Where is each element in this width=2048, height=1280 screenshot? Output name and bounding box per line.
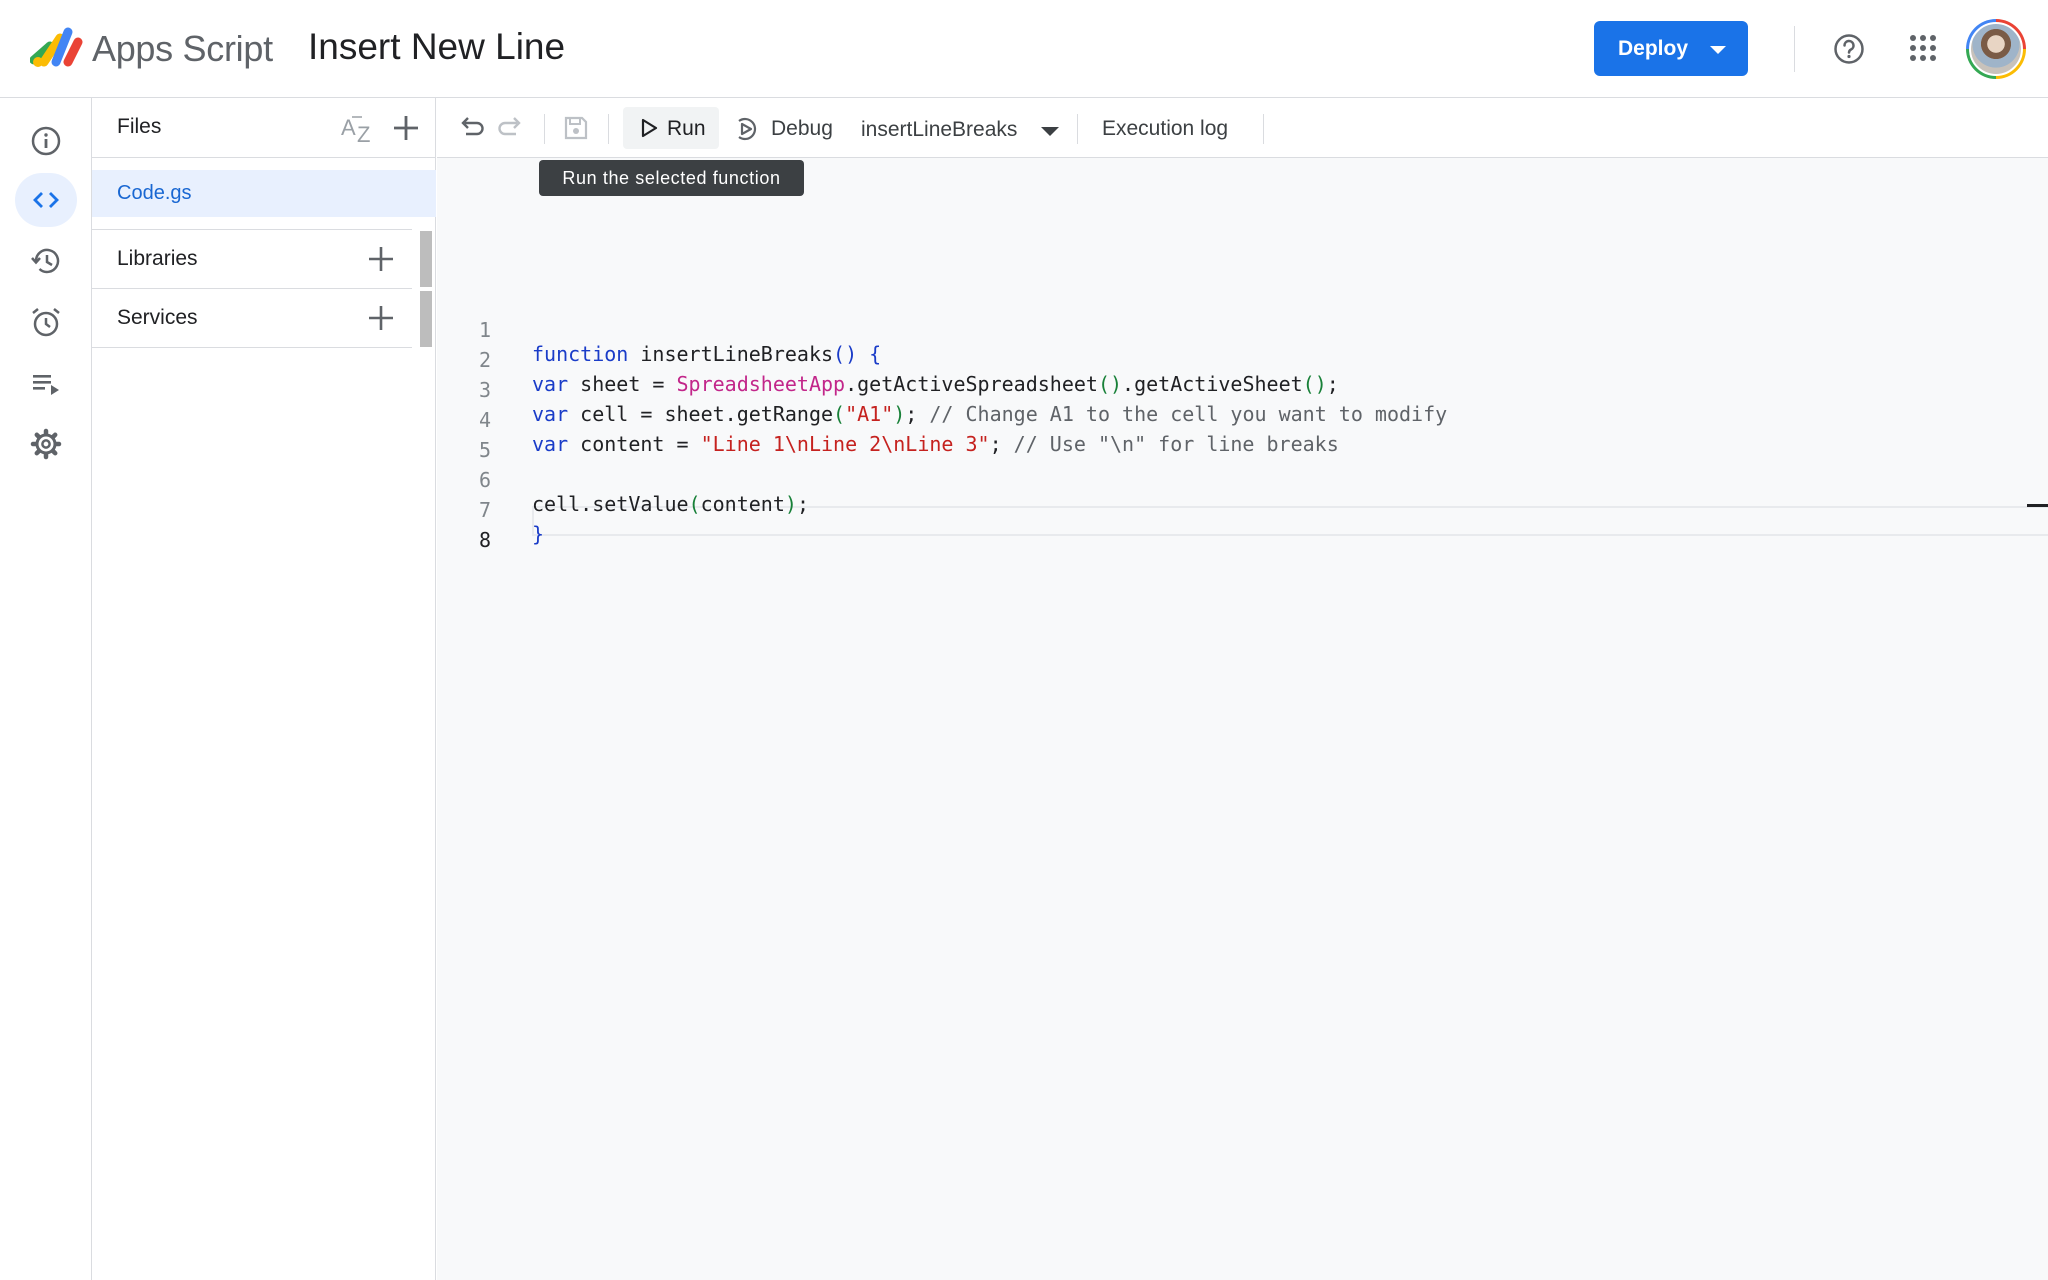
function-select[interactable]: insertLineBreaks bbox=[861, 107, 1061, 149]
save-icon[interactable] bbox=[561, 113, 591, 143]
rail-triggers[interactable] bbox=[15, 295, 77, 349]
files-title: Files bbox=[117, 115, 162, 138]
file-name: Code.gs bbox=[117, 182, 192, 204]
top-app-bar: Apps Script Insert New Line Deploy bbox=[0, 0, 2048, 98]
header-divider bbox=[1794, 26, 1795, 72]
rail-settings[interactable] bbox=[15, 417, 77, 471]
avatar-image bbox=[1969, 22, 2023, 76]
help-icon[interactable] bbox=[1833, 33, 1865, 65]
services-section: Services bbox=[92, 288, 412, 346]
code-line: 6 cell.setValue(content); bbox=[437, 444, 2027, 516]
deploy-label: Deploy bbox=[1618, 36, 1689, 60]
navigation-rail bbox=[0, 98, 92, 1280]
play-icon bbox=[641, 118, 658, 138]
code-line: 5 bbox=[437, 414, 2027, 462]
code-line: 1 function insertLineBreaks() { bbox=[437, 294, 2027, 366]
run-label: Run bbox=[667, 117, 706, 140]
rail-overview[interactable] bbox=[15, 114, 77, 168]
libraries-scrollbar[interactable] bbox=[420, 231, 432, 287]
sort-az-icon[interactable]: A Z bbox=[340, 111, 376, 145]
editor-toolbar: Run Debug insertLineBreaks Execution log bbox=[437, 98, 2048, 158]
code-area[interactable]: 1 function insertLineBreaks() { 2 var sh… bbox=[437, 196, 2048, 1280]
apps-script-logo[interactable] bbox=[30, 24, 84, 70]
google-apps-icon[interactable] bbox=[1909, 34, 1937, 62]
files-panel: Files A Z Code.gs Libraries Services bbox=[92, 98, 436, 1280]
undo-icon[interactable] bbox=[455, 113, 485, 143]
rail-executions[interactable] bbox=[15, 356, 77, 410]
rail-history[interactable] bbox=[15, 234, 77, 288]
caret-down-icon bbox=[1710, 46, 1726, 54]
debug-label: Debug bbox=[771, 117, 833, 140]
overview-ruler-cursor bbox=[2027, 504, 2048, 507]
svg-text:Z: Z bbox=[357, 122, 370, 145]
code-line: 8 bbox=[437, 504, 2027, 552]
add-service-icon[interactable] bbox=[366, 303, 396, 333]
info-icon bbox=[31, 126, 61, 156]
file-item-code-gs[interactable]: Code.gs bbox=[92, 170, 436, 217]
toolbar-divider bbox=[608, 114, 609, 144]
code-line: 2 var sheet = SpreadsheetApp.getActiveSp… bbox=[437, 324, 2027, 396]
redo-icon[interactable] bbox=[497, 113, 527, 143]
code-editor: Run Debug insertLineBreaks Execution log… bbox=[437, 98, 2048, 1280]
line-number: 8 bbox=[478, 528, 491, 552]
libraries-section: Libraries bbox=[92, 229, 412, 287]
rail-editor[interactable] bbox=[15, 173, 77, 227]
app-name: Apps Script bbox=[92, 28, 273, 69]
libraries-label: Libraries bbox=[117, 247, 198, 270]
alarm-clock-icon bbox=[32, 308, 60, 337]
toolbar-divider bbox=[1263, 114, 1264, 144]
services-label: Services bbox=[117, 306, 198, 329]
project-title[interactable]: Insert New Line bbox=[308, 26, 565, 68]
execution-log-label: Execution log bbox=[1102, 117, 1229, 140]
caret-down-icon bbox=[1041, 127, 1059, 136]
gear-icon bbox=[30, 428, 62, 460]
toolbar-divider bbox=[1077, 114, 1078, 144]
debug-button[interactable]: Debug bbox=[733, 107, 843, 149]
account-avatar[interactable] bbox=[1966, 19, 2026, 79]
run-tooltip: Run the selected function bbox=[539, 160, 804, 196]
run-button[interactable]: Run bbox=[623, 107, 719, 149]
services-scrollbar[interactable] bbox=[420, 291, 432, 347]
code-line: 7 } bbox=[437, 474, 2027, 546]
add-file-icon[interactable] bbox=[390, 112, 422, 144]
executions-list-icon bbox=[33, 375, 59, 395]
selected-function: insertLineBreaks bbox=[861, 118, 1018, 141]
code-line: 4 var content = "Line 1\nLine 2\nLine 3"… bbox=[437, 384, 2027, 456]
section-divider bbox=[92, 347, 412, 348]
code-icon bbox=[33, 192, 59, 208]
deploy-button[interactable]: Deploy bbox=[1594, 21, 1748, 76]
history-icon bbox=[31, 248, 60, 274]
add-library-icon[interactable] bbox=[366, 244, 396, 274]
svg-text:A: A bbox=[341, 115, 356, 140]
code-line: 3 var cell = sheet.getRange("A1"); // Ch… bbox=[437, 354, 2027, 426]
toolbar-divider bbox=[544, 114, 545, 144]
debug-icon bbox=[738, 117, 757, 141]
files-header: Files A Z bbox=[92, 98, 436, 158]
